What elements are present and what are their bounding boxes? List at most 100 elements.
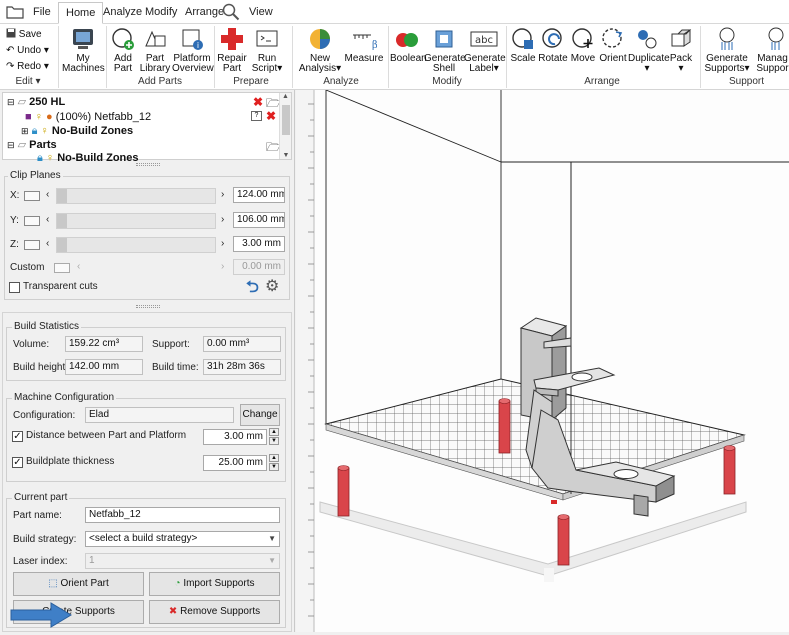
move-icon <box>572 28 593 48</box>
bulb-icon[interactable]: ♀ <box>41 125 49 137</box>
delete-icon[interactable]: ✖ <box>266 109 276 123</box>
buildplate-input[interactable]: 25.00 mm <box>203 455 267 471</box>
clip-z-slider[interactable] <box>56 237 216 253</box>
part-library-button[interactable]: Part Library <box>138 26 172 74</box>
spin-up-icon[interactable]: ▲ <box>269 428 279 436</box>
bulb-icon[interactable]: ♀ <box>46 152 54 161</box>
support-pin[interactable] <box>557 514 570 566</box>
pack-button[interactable]: Pack ▾ <box>666 26 696 74</box>
save-button[interactable]: Save <box>6 28 42 41</box>
repair-part-button[interactable]: Repair Part <box>216 26 248 74</box>
support-pin[interactable] <box>337 465 350 517</box>
reset-icon[interactable]: ⮌ <box>246 276 259 303</box>
distance-input[interactable]: 3.00 mm <box>203 429 267 445</box>
new-analysis-button[interactable]: New Analysis▾ <box>298 26 342 74</box>
group-separator <box>106 26 107 88</box>
orient-icon <box>602 28 623 48</box>
slider-thumb[interactable] <box>57 189 67 203</box>
move-button[interactable]: Move <box>568 26 598 64</box>
remove-supports-button[interactable]: ✖ Remove Supports <box>149 600 280 624</box>
folder-icon[interactable] <box>6 5 24 22</box>
manage-supports-button[interactable]: Manag Suppor <box>756 26 789 74</box>
slider-thumb[interactable] <box>57 214 67 228</box>
buildplate-label: Buildplate thickness <box>26 456 115 467</box>
scroll-thumb[interactable] <box>282 105 290 135</box>
add-part-button[interactable]: Add Part <box>108 26 138 74</box>
support-pin[interactable] <box>723 445 736 495</box>
collapse-icon[interactable]: ⊟ <box>7 140 15 150</box>
splitter-grip[interactable] <box>136 163 160 166</box>
redo-button[interactable]: ↷ Redo ▾ <box>6 60 49 73</box>
expand-icon[interactable]: ⊞ <box>21 126 29 136</box>
ribbon: Save ↶ Undo ▾ ↷ Redo ▾ Edit ▾ My Machines… <box>0 24 789 90</box>
chevron-right-icon[interactable]: › <box>221 214 224 225</box>
generate-supports-button[interactable]: Generate Supports▾ <box>704 26 750 74</box>
clip-custom-toggle[interactable] <box>54 263 70 273</box>
change-button[interactable]: Change <box>240 404 280 426</box>
tab-view[interactable]: View <box>242 2 280 24</box>
tab-file[interactable]: File <box>26 2 58 24</box>
tree-item-no-build-zones-2[interactable]: 🔒︎ ♀ No-Build Zones <box>37 151 139 161</box>
gear-icon[interactable]: ⚙ <box>265 276 279 296</box>
bulb-icon[interactable]: ♀ <box>35 111 43 123</box>
build-scene[interactable] <box>296 89 789 632</box>
generate-label-button[interactable]: abc Generate Label▾ <box>464 26 506 74</box>
buildplate-checkbox[interactable]: ✓ <box>12 457 23 468</box>
orient-button[interactable]: Orient <box>598 26 628 64</box>
orient-part-button[interactable]: ⬚ Orient Part <box>13 572 144 596</box>
lock-icon: 🔒︎ <box>31 125 38 137</box>
boolean-button[interactable]: Boolean <box>390 26 427 64</box>
clip-y-toggle[interactable] <box>24 216 40 226</box>
tree-item-platform[interactable]: ⊟ ▱ 250 HL <box>7 95 65 109</box>
rotate-button[interactable]: Rotate <box>538 26 568 64</box>
chevron-right-icon[interactable]: › <box>221 189 224 200</box>
duplicate-button[interactable]: Duplicate ▾ <box>628 26 670 74</box>
tree-item-parts[interactable]: ⊟ ▱ Parts <box>7 138 57 152</box>
current-part-title: Current part <box>12 492 70 503</box>
collapse-icon[interactable]: ⊟ <box>7 97 15 107</box>
clip-y-input[interactable]: 106.00 mm <box>233 212 285 228</box>
tree-item-part[interactable]: ■ ♀ ● (100%) Netfabb_12 <box>25 110 151 124</box>
delete-icon[interactable]: ✖ <box>253 95 263 109</box>
volume-label: Volume: <box>13 339 50 350</box>
boolean-icon <box>396 33 418 47</box>
properties-icon[interactable]: ? <box>251 111 262 121</box>
build-strategy-select[interactable]: <select a build strategy> ▼ <box>85 531 280 547</box>
scroll-down-icon[interactable]: ▼ <box>280 152 292 159</box>
measure-button[interactable]: β Measure <box>344 26 384 64</box>
support-pin[interactable] <box>498 398 511 454</box>
platform-overview-button[interactable]: i Platform Overview <box>172 26 214 74</box>
distance-checkbox[interactable]: ✓ <box>12 431 23 442</box>
tree-item-no-build-zones[interactable]: ⊞ 🔒︎ ♀ No-Build Zones <box>21 124 133 138</box>
part-name-input[interactable]: Netfabb_12 <box>85 507 280 523</box>
search-icon[interactable] <box>222 3 240 24</box>
spin-up-icon[interactable]: ▲ <box>269 454 279 462</box>
clip-y-slider[interactable] <box>56 213 216 229</box>
script-terminal-icon <box>256 30 278 47</box>
clip-z-input[interactable]: 3.00 mm <box>233 236 285 252</box>
scroll-up-icon[interactable]: ▲ <box>280 93 291 100</box>
undo-button[interactable]: ↶ Undo ▾ <box>6 44 49 57</box>
clip-x-input[interactable]: 124.00 mm <box>233 187 285 203</box>
chevron-left-icon[interactable]: ‹ <box>46 189 49 200</box>
3d-viewport[interactable] <box>296 89 789 632</box>
scale-button[interactable]: Scale <box>508 26 538 64</box>
import-supports-button[interactable]: ◔ Import Supports <box>149 572 280 596</box>
chevron-left-icon[interactable]: ‹ <box>46 238 49 249</box>
clip-x-slider[interactable] <box>56 188 216 204</box>
clip-z-toggle[interactable] <box>24 240 40 250</box>
chevron-left-icon[interactable]: ‹ <box>46 214 49 225</box>
generate-shell-button[interactable]: Generate Shell <box>424 26 466 74</box>
splitter-grip[interactable] <box>136 305 160 308</box>
run-script-button[interactable]: Run Script▾ <box>250 26 284 74</box>
spin-down-icon[interactable]: ▼ <box>269 437 279 445</box>
chevron-right-icon[interactable]: › <box>221 238 224 249</box>
transparent-cuts-checkbox[interactable] <box>9 282 20 293</box>
remove-supports-icon: ✖ <box>168 606 178 617</box>
slider-thumb[interactable] <box>57 238 67 252</box>
build-time-label: Build time: <box>152 362 199 373</box>
tree-scrollbar[interactable]: ▲ ▼ <box>279 93 291 159</box>
my-machines-button[interactable]: My Machines <box>62 26 105 74</box>
clip-x-toggle[interactable] <box>24 191 40 201</box>
spin-down-icon[interactable]: ▼ <box>269 463 279 471</box>
